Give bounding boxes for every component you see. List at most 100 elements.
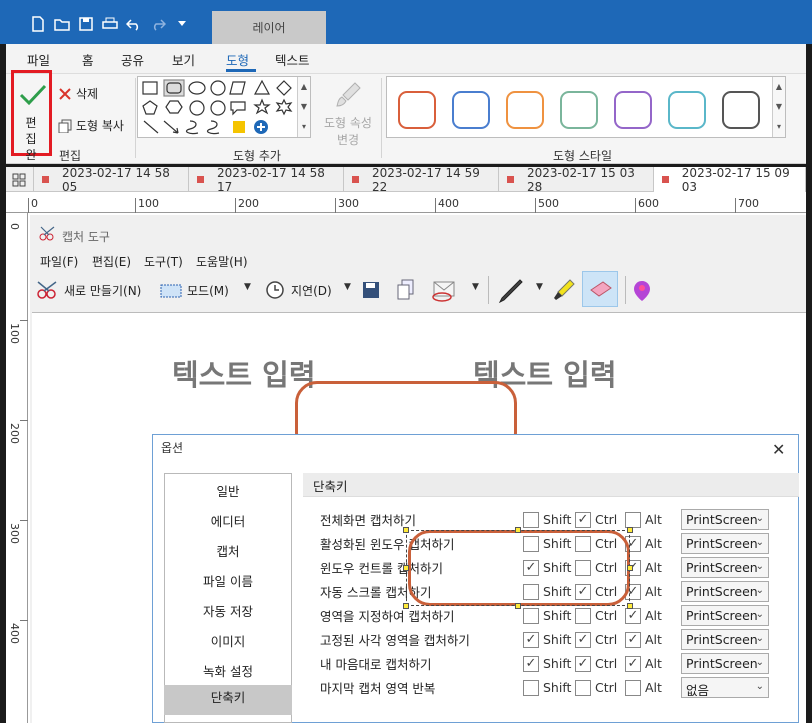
qat-dropdown-icon[interactable] <box>172 14 192 34</box>
nav-item-editor[interactable]: 에디터 <box>164 511 292 530</box>
arrow-line-icon[interactable] <box>163 120 179 134</box>
star6-icon[interactable] <box>275 98 293 116</box>
menu-text[interactable]: 텍스트 <box>275 50 310 69</box>
triangle-icon[interactable] <box>253 79 271 95</box>
snip-menu-tools[interactable]: 도구(T) <box>144 253 183 270</box>
curve-arrow-icon[interactable] <box>207 120 220 135</box>
alt-checkbox[interactable]: ✓ <box>625 656 641 672</box>
document-tab[interactable]: 2023-02-17 14 58 17 <box>189 166 344 194</box>
curve-icon[interactable] <box>186 120 199 135</box>
selection-handle[interactable] <box>403 527 409 533</box>
selection-handle[interactable] <box>627 603 633 609</box>
menu-shape[interactable]: 도형 <box>226 50 249 69</box>
mode-dropdown-icon[interactable]: ▼ <box>244 282 251 292</box>
shift-checkbox[interactable] <box>523 512 539 528</box>
selection-handle[interactable] <box>515 603 521 609</box>
shape-properties-button[interactable]: 도형 속성 변경 <box>318 78 378 148</box>
pen-icon[interactable] <box>498 278 524 304</box>
snip-menu-file[interactable]: 파일(F) <box>40 253 78 270</box>
text-input-label-1[interactable]: 텍스트 입력 <box>172 352 316 394</box>
callout-icon[interactable] <box>230 101 246 116</box>
ctrl-checkbox[interactable]: ✓ <box>575 512 591 528</box>
highlighter-icon[interactable] <box>550 278 576 304</box>
menu-view[interactable]: 보기 <box>172 50 195 69</box>
pen-dropdown-icon[interactable]: ▼ <box>536 282 543 292</box>
nav-item-autosave[interactable]: 자동 저장 <box>164 601 292 620</box>
selection-handle[interactable] <box>403 603 409 609</box>
document-tab[interactable]: 2023-02-17 14 59 22 <box>344 166 499 194</box>
selection-handle[interactable] <box>515 527 521 533</box>
selection-handle[interactable] <box>627 565 633 571</box>
ctrl-checkbox[interactable] <box>575 608 591 624</box>
hexagon-icon[interactable] <box>165 100 183 114</box>
shift-checkbox[interactable] <box>523 680 539 696</box>
key-select[interactable]: PrintScreen ⌄ <box>681 557 769 578</box>
key-select[interactable]: 없음 ⌄ <box>681 677 769 698</box>
snip-delay-button[interactable]: 지연(D) <box>291 282 332 299</box>
ctrl-checkbox[interactable] <box>575 680 591 696</box>
style-swatch-green[interactable] <box>560 91 598 129</box>
key-select[interactable]: PrintScreen ⌄ <box>681 605 769 626</box>
redo-icon[interactable] <box>148 14 168 34</box>
menu-file[interactable]: 파일 <box>27 50 50 69</box>
snip-copy-icon[interactable] <box>396 279 416 301</box>
menu-home[interactable]: 홈 <box>82 50 94 69</box>
key-select[interactable]: PrintScreen ⌄ <box>681 653 769 674</box>
dialog-close-icon[interactable]: ✕ <box>772 440 785 459</box>
print-icon[interactable] <box>100 14 120 34</box>
style-swatch-purple[interactable] <box>614 91 652 129</box>
style-swatch-orange-red[interactable] <box>398 91 436 129</box>
pentagon-icon[interactable] <box>142 100 158 115</box>
key-select[interactable]: PrintScreen ⌄ <box>681 533 769 554</box>
alt-checkbox[interactable] <box>625 680 641 696</box>
paint3d-icon[interactable] <box>632 279 652 303</box>
style-swatch-orange[interactable] <box>506 91 544 129</box>
save-icon[interactable] <box>76 14 96 34</box>
menu-share[interactable]: 공유 <box>121 50 144 69</box>
alt-checkbox[interactable] <box>625 512 641 528</box>
style-swatch-dark[interactable] <box>722 91 760 129</box>
document-tab-active[interactable]: 2023-02-17 15 09 03 <box>654 166 806 194</box>
snip-menu-help[interactable]: 도움말(H) <box>196 253 248 270</box>
new-file-icon[interactable] <box>28 14 48 34</box>
edit-done-button[interactable]: 편집 완료 <box>11 70 52 178</box>
document-tab[interactable]: 2023-02-17 15 03 28 <box>499 166 654 194</box>
snip-menu-edit[interactable]: 편집(E) <box>92 253 131 270</box>
selection-handle[interactable] <box>403 565 409 571</box>
nav-item-capture[interactable]: 캡처 <box>164 541 292 560</box>
alt-checkbox[interactable]: ✓ <box>625 632 641 648</box>
style-gallery-scroll[interactable]: ▲ ▼ ▾ <box>772 77 785 137</box>
selection-handle[interactable] <box>627 527 633 533</box>
heptagon-icon[interactable] <box>189 100 205 116</box>
snip-mode-button[interactable]: 모드(M) <box>187 282 229 299</box>
key-select[interactable]: PrintScreen ⌄ <box>681 581 769 602</box>
ellipse-shape-icon[interactable] <box>188 81 206 95</box>
eraser-button-active[interactable] <box>582 271 618 307</box>
delay-dropdown-icon[interactable]: ▼ <box>344 282 351 292</box>
new-snip-scissors-icon[interactable] <box>36 281 62 301</box>
key-select[interactable]: PrintScreen ⌄ <box>681 509 769 530</box>
star-icon[interactable] <box>253 98 271 115</box>
tab-grid-button[interactable] <box>6 167 34 192</box>
alt-checkbox[interactable]: ✓ <box>625 608 641 624</box>
send-dropdown-icon[interactable]: ▼ <box>472 282 479 292</box>
document-tab[interactable]: 2023-02-17 14 58 05 <box>34 166 189 194</box>
diamond-icon[interactable] <box>276 80 292 96</box>
nav-item-recording[interactable]: 녹화 설정 <box>164 661 292 680</box>
shape-gallery-scroll[interactable]: ▲ ▼ ▾ <box>297 77 310 137</box>
shift-checkbox[interactable]: ✓ <box>523 656 539 672</box>
nav-item-image[interactable]: 이미지 <box>164 631 292 650</box>
nav-item-shortcuts[interactable]: 단축키 <box>164 685 292 715</box>
open-folder-icon[interactable] <box>52 14 72 34</box>
shift-checkbox[interactable]: ✓ <box>523 632 539 648</box>
highlighter-shape-icon[interactable] <box>233 121 245 133</box>
circle-shape-icon[interactable] <box>210 80 226 96</box>
style-swatch-teal[interactable] <box>668 91 706 129</box>
ctrl-checkbox[interactable]: ✓ <box>575 632 591 648</box>
style-swatch-blue[interactable] <box>452 91 490 129</box>
key-select[interactable]: PrintScreen ⌄ <box>681 629 769 650</box>
octagon-icon[interactable] <box>210 100 226 116</box>
rectangle-shape-icon[interactable] <box>142 81 158 95</box>
snip-save-icon[interactable] <box>362 281 380 299</box>
line-icon[interactable] <box>143 120 159 134</box>
